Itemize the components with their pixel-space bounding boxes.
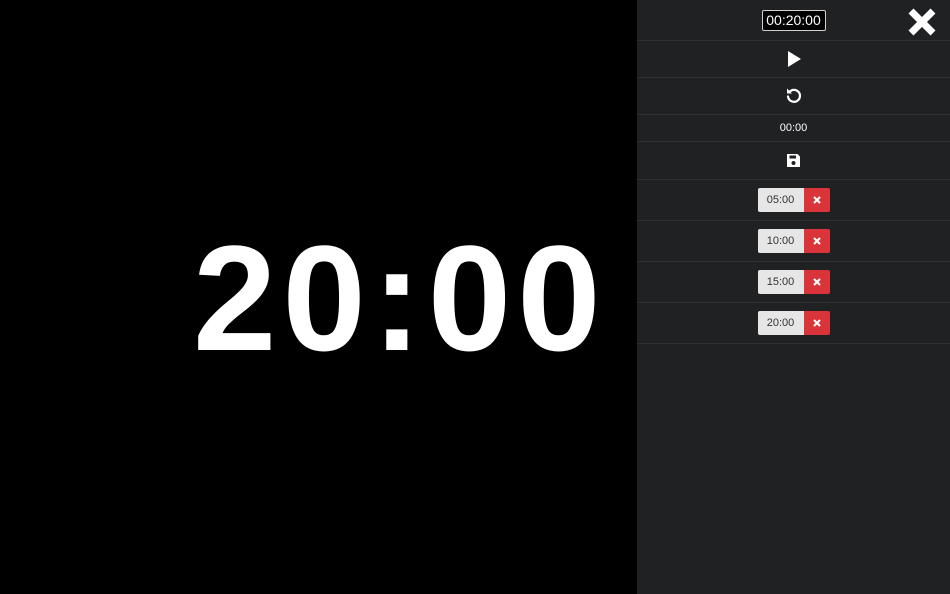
elapsed-row: 00:00 bbox=[637, 115, 950, 142]
preset-select-button[interactable]: 05:00 bbox=[757, 188, 804, 212]
preset-delete-button[interactable] bbox=[803, 270, 830, 294]
countdown-time: 20:00 bbox=[193, 214, 607, 382]
save-icon bbox=[787, 154, 800, 167]
preset-row: 15:00 bbox=[637, 262, 950, 303]
preset-delete-button[interactable] bbox=[803, 229, 830, 253]
preset-item: 15:00 bbox=[757, 270, 830, 294]
delete-icon bbox=[812, 319, 821, 327]
preset-row: 10:00 bbox=[637, 221, 950, 262]
play-button[interactable] bbox=[782, 47, 806, 71]
control-panel: 00:00 05:00 10:00 15:00 bbox=[637, 0, 950, 594]
save-button[interactable] bbox=[782, 149, 806, 173]
duration-input[interactable] bbox=[761, 9, 826, 31]
save-row bbox=[637, 142, 950, 180]
preset-item: 05:00 bbox=[757, 188, 830, 212]
timer-display-area: 20:00 bbox=[0, 0, 637, 594]
delete-icon bbox=[812, 278, 821, 286]
preset-row: 20:00 bbox=[637, 303, 950, 344]
preset-item: 10:00 bbox=[757, 229, 830, 253]
delete-icon bbox=[812, 196, 821, 204]
preset-select-button[interactable]: 15:00 bbox=[757, 270, 804, 294]
close-icon bbox=[908, 8, 936, 36]
reset-row bbox=[637, 78, 950, 115]
delete-icon bbox=[812, 237, 821, 245]
preset-row: 05:00 bbox=[637, 180, 950, 221]
preset-select-button[interactable]: 10:00 bbox=[757, 229, 804, 253]
play-icon bbox=[787, 51, 801, 67]
close-button[interactable] bbox=[906, 6, 938, 38]
duration-row bbox=[637, 0, 950, 41]
elapsed-time: 00:00 bbox=[779, 122, 808, 134]
preset-delete-button[interactable] bbox=[803, 188, 830, 212]
play-row bbox=[637, 41, 950, 78]
reset-button[interactable] bbox=[782, 84, 806, 108]
reset-icon bbox=[786, 88, 801, 103]
preset-select-button[interactable]: 20:00 bbox=[757, 311, 804, 335]
preset-item: 20:00 bbox=[757, 311, 830, 335]
preset-delete-button[interactable] bbox=[803, 311, 830, 335]
